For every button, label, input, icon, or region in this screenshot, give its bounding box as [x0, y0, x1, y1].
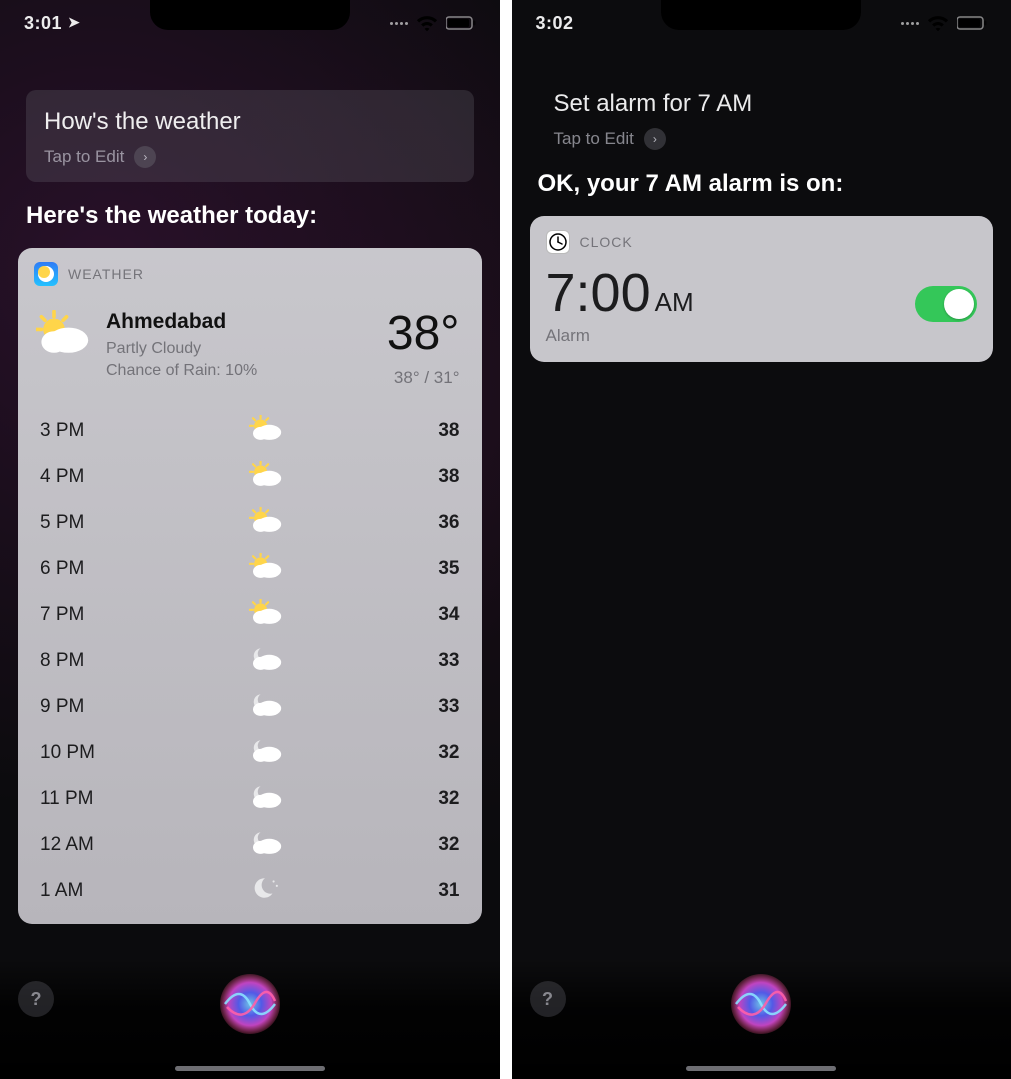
- hour-label: 1 AM: [40, 880, 112, 902]
- hour-label: 7 PM: [40, 604, 112, 626]
- weather-app-icon: [34, 262, 58, 286]
- hour-temp: 36: [420, 512, 460, 534]
- clock-app-icon: [546, 230, 570, 254]
- hourly-row: 4 PM 38: [40, 454, 460, 500]
- hourly-forecast-list[interactable]: 3 PM384 PM385 PM366 PM357 PM348 PM339 PM…: [18, 402, 482, 914]
- siri-bottom-bar: ?: [0, 959, 500, 1079]
- current-temperature: 38°: [387, 310, 460, 358]
- hour-temp: 31: [420, 880, 460, 902]
- hour-label: 9 PM: [40, 696, 112, 718]
- clock-alarm-card[interactable]: CLOCK 7:00AM Alarm: [530, 216, 994, 362]
- sun-cloud-icon: [249, 415, 283, 447]
- hourly-row: 6 PM 35: [40, 546, 460, 592]
- siri-query-row[interactable]: How's the weather Tap to Edit ›: [26, 90, 474, 182]
- alarm-toggle[interactable]: [915, 286, 977, 322]
- notch: [150, 0, 350, 30]
- chevron-right-icon: ›: [644, 128, 666, 150]
- tap-to-edit-label: Tap to Edit: [554, 129, 634, 149]
- hour-label: 8 PM: [40, 650, 112, 672]
- hour-temp: 32: [420, 834, 460, 856]
- battery-icon: [446, 15, 476, 31]
- current-condition-icon: [36, 310, 90, 361]
- hour-temp: 35: [420, 558, 460, 580]
- siri-response-text: OK, your 7 AM alarm is on:: [512, 150, 1011, 216]
- hour-temp: 32: [420, 788, 460, 810]
- tap-to-edit-button[interactable]: Tap to Edit ›: [44, 146, 456, 168]
- hour-label: 3 PM: [40, 420, 112, 442]
- moon-cloud-icon: [249, 737, 283, 769]
- hour-label: 11 PM: [40, 788, 112, 810]
- hour-temp: 38: [420, 420, 460, 442]
- cellular-signal-icon: [390, 22, 408, 25]
- siri-query-text: Set alarm for 7 AM: [554, 90, 970, 118]
- alarm-time: 7:00AM: [546, 262, 694, 324]
- clock-app-label: CLOCK: [580, 234, 633, 250]
- hour-temp: 34: [420, 604, 460, 626]
- alarm-label: Alarm: [546, 326, 694, 346]
- siri-orb-icon[interactable]: [215, 969, 285, 1039]
- home-indicator[interactable]: [686, 1066, 836, 1071]
- home-indicator[interactable]: [175, 1066, 325, 1071]
- location-name: Ahmedabad: [106, 310, 257, 334]
- moon-cloud-icon: [249, 783, 283, 815]
- location-services-icon: ➤: [68, 14, 80, 31]
- hourly-row: 3 PM 38: [40, 408, 460, 454]
- weather-card[interactable]: WEATHER Ahmedabad Partly Cloudy Chance o…: [18, 248, 482, 924]
- hourly-row: 1 AM 31: [40, 868, 460, 914]
- chevron-right-icon: ›: [134, 146, 156, 168]
- wifi-icon: [416, 14, 438, 32]
- sun-cloud-icon: [249, 553, 283, 585]
- tap-to-edit-button[interactable]: Tap to Edit ›: [554, 128, 970, 150]
- weather-app-label: WEATHER: [68, 266, 144, 282]
- status-time: 3:01: [24, 13, 62, 34]
- hour-temp: 38: [420, 466, 460, 488]
- siri-query-text: How's the weather: [44, 108, 456, 136]
- notch: [661, 0, 861, 30]
- battery-icon: [957, 15, 987, 31]
- hour-label: 10 PM: [40, 742, 112, 764]
- hourly-row: 11 PM 32: [40, 776, 460, 822]
- wifi-icon: [927, 14, 949, 32]
- moon-cloud-icon: [249, 829, 283, 861]
- moon-cloud-icon: [249, 691, 283, 723]
- siri-orb-icon[interactable]: [726, 969, 796, 1039]
- hourly-row: 5 PM 36: [40, 500, 460, 546]
- hour-temp: 33: [420, 650, 460, 672]
- hourly-row: 8 PM 33: [40, 638, 460, 684]
- moon-icon: [249, 875, 283, 907]
- cellular-signal-icon: [901, 22, 919, 25]
- hour-temp: 32: [420, 742, 460, 764]
- condition-text: Partly Cloudy: [106, 338, 257, 360]
- siri-help-button[interactable]: ?: [530, 981, 566, 1017]
- hourly-row: 10 PM 32: [40, 730, 460, 776]
- hourly-row: 9 PM 33: [40, 684, 460, 730]
- siri-help-button[interactable]: ?: [18, 981, 54, 1017]
- status-time: 3:02: [536, 13, 574, 34]
- tap-to-edit-label: Tap to Edit: [44, 147, 124, 167]
- siri-response-text: Here's the weather today:: [0, 182, 500, 248]
- hour-temp: 33: [420, 696, 460, 718]
- moon-cloud-icon: [249, 645, 283, 677]
- siri-bottom-bar: ?: [512, 959, 1011, 1079]
- hourly-row: 7 PM 34: [40, 592, 460, 638]
- rain-chance-text: Chance of Rain: 10%: [106, 360, 257, 382]
- hour-label: 6 PM: [40, 558, 112, 580]
- sun-cloud-icon: [249, 599, 283, 631]
- sun-cloud-icon: [249, 461, 283, 493]
- siri-query-row[interactable]: Set alarm for 7 AM Tap to Edit ›: [554, 90, 970, 150]
- sun-cloud-icon: [249, 507, 283, 539]
- hour-label: 12 AM: [40, 834, 112, 856]
- hourly-row: 12 AM 32: [40, 822, 460, 868]
- hour-label: 4 PM: [40, 466, 112, 488]
- hour-label: 5 PM: [40, 512, 112, 534]
- high-low-temperature: 38° / 31°: [387, 368, 460, 388]
